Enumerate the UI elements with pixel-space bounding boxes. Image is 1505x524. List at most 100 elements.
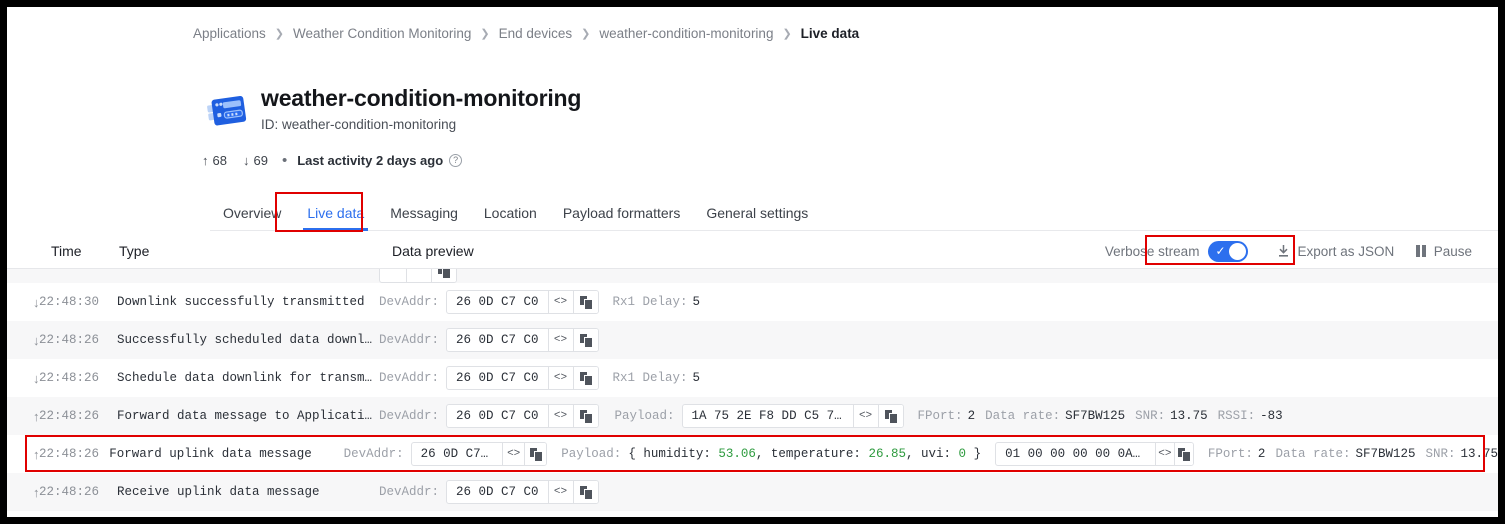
page-title: weather-condition-monitoring — [261, 85, 582, 111]
direction-down-icon: ↓ — [33, 332, 40, 348]
json-key-temperature: temperature: — [770, 447, 861, 461]
copy-button[interactable] — [572, 367, 598, 389]
code-icon[interactable]: <> — [502, 443, 525, 465]
table-row[interactable]: ↓ 22:48:30 Downlink successfully transmi… — [7, 283, 1498, 321]
copy-icon — [530, 448, 542, 461]
payload-hex-value: 1A 75 2E F8 DD C5 76 2A … — [691, 409, 853, 423]
help-icon[interactable]: ? — [449, 154, 463, 167]
devaddr-chip[interactable]: 26 0D C7 C0 <> — [410, 442, 548, 466]
fport-value: 2 — [967, 409, 976, 423]
code-icon[interactable] — [405, 269, 431, 282]
copy-button[interactable] — [572, 481, 598, 503]
pause-button[interactable]: Pause — [1416, 244, 1472, 259]
payload-json-preview: { humidity: 53.06, temperature: 26.85, u… — [628, 447, 981, 461]
json-key-uvi: uvi: — [921, 447, 952, 461]
list-item-partial[interactable] — [7, 269, 1498, 283]
copy-button[interactable] — [524, 443, 547, 465]
rx1-delay-label: Rx1 Delay: — [612, 371, 688, 385]
direction-up-icon: ↑ — [33, 484, 40, 500]
code-icon[interactable]: <> — [852, 405, 878, 427]
breadcrumb: Applications ❯ Weather Condition Monitor… — [193, 26, 859, 41]
devaddr-chip[interactable]: 26 0D C7 C0 <> — [446, 366, 599, 390]
json-close-brace: } — [973, 447, 982, 461]
devaddr-value: 26 0D C7 C0 — [456, 485, 539, 499]
devaddr-chip[interactable]: 26 0D C7 C0 <> — [446, 404, 599, 428]
devaddr-label: DevAddr: — [379, 333, 440, 347]
fport-value: 2 — [1257, 447, 1266, 461]
export-as-json-button[interactable]: Export as JSON — [1277, 244, 1394, 259]
copy-button[interactable] — [430, 269, 456, 282]
fport-label: FPort: — [1207, 447, 1253, 461]
rx1-delay-label: Rx1 Delay: — [612, 295, 688, 309]
column-header-data-preview: Data preview — [392, 243, 474, 259]
table-row[interactable]: ↓ 22:48:26 Successfully scheduled data d… — [7, 321, 1498, 359]
copy-button[interactable] — [877, 405, 903, 427]
breadcrumb-separator-icon: ❯ — [274, 28, 285, 40]
code-icon[interactable]: <> — [547, 329, 573, 351]
breadcrumb-item-application[interactable]: Weather Condition Monitoring — [293, 26, 471, 41]
copy-button[interactable] — [1173, 443, 1193, 465]
payload-chip[interactable]: 1A 75 2E F8 DD C5 76 2A … <> — [681, 404, 904, 428]
tab-payload-formatters[interactable]: Payload formatters — [550, 205, 694, 231]
devaddr-value: 26 0D C7 C0 — [456, 295, 539, 309]
code-icon[interactable]: <> — [1154, 443, 1174, 465]
snr-label: SNR: — [1425, 447, 1456, 461]
app-window: Applications ❯ Weather Condition Monitor… — [7, 7, 1498, 517]
devaddr-chip[interactable]: 26 0D C7 C0 <> — [446, 480, 599, 504]
json-comma: , — [755, 447, 764, 461]
json-key-humidity: humidity: — [643, 447, 711, 461]
downlink-count: ↓ 69 — [243, 153, 268, 168]
download-icon — [1277, 244, 1290, 258]
breadcrumb-item-device[interactable]: weather-condition-monitoring — [599, 26, 773, 41]
live-data-toolbar: Verbose stream ✓ Export as JSON Pause — [1096, 239, 1472, 263]
arrow-down-icon: ↓ — [242, 153, 250, 168]
code-icon[interactable]: <> — [547, 367, 573, 389]
datarate-label: Data rate: — [1275, 447, 1351, 461]
payload-hex-chip[interactable]: 01 00 00 00 00 0A 7D 00 … <> — [995, 442, 1194, 466]
table-row[interactable]: ↑ 22:48:26 Forward data message to Appli… — [7, 397, 1498, 435]
table-row[interactable]: ↑ 22:48:26 Forward uplink data message D… — [7, 435, 1498, 473]
copy-icon — [580, 486, 592, 499]
datarate-value: SF7BW125 — [1355, 447, 1416, 461]
code-icon[interactable]: <> — [547, 405, 573, 427]
breadcrumb-item-end-devices[interactable]: End devices — [499, 26, 573, 41]
device-id: ID: weather-condition-monitoring — [261, 117, 457, 132]
devaddr-chip[interactable]: 26 0D C7 C0 <> — [446, 328, 599, 352]
row-time: 22:48:26 — [39, 485, 100, 499]
rssi-value: -83 — [1260, 409, 1283, 423]
code-icon[interactable]: <> — [547, 481, 573, 503]
table-row[interactable]: ↓ 22:48:26 Schedule data downlink for tr… — [7, 359, 1498, 397]
tab-overview[interactable]: Overview — [210, 205, 294, 231]
table-row[interactable]: ↑ 22:48:26 Receive uplink data message D… — [7, 473, 1498, 511]
copy-button[interactable] — [572, 291, 598, 313]
row-time: 22:48:30 — [39, 295, 100, 309]
column-header-time: Time — [51, 243, 82, 259]
tab-messaging[interactable]: Messaging — [377, 205, 471, 231]
live-data-list[interactable]: ↓ 22:48:30 Downlink successfully transmi… — [7, 269, 1498, 517]
verbose-stream-switch[interactable]: ✓ — [1208, 240, 1249, 262]
tab-live-data[interactable]: Live data — [294, 205, 377, 231]
breadcrumb-item-applications[interactable]: Applications — [193, 26, 266, 41]
row-type: Forward data message to Application S… — [117, 409, 379, 423]
datarate-value: SF7BW125 — [1065, 409, 1126, 423]
devaddr-chip[interactable] — [379, 269, 457, 283]
copy-button[interactable] — [572, 405, 598, 427]
direction-up-icon: ↑ — [33, 408, 40, 424]
payload-label: Payload: — [561, 447, 622, 461]
verbose-stream-toggle-group[interactable]: Verbose stream ✓ — [1096, 239, 1256, 264]
copy-button[interactable] — [572, 329, 598, 351]
breadcrumb-item-live-data: Live data — [800, 26, 860, 41]
row-type: Receive uplink data message — [117, 485, 320, 499]
datarate-label: Data rate: — [985, 409, 1061, 423]
direction-down-icon: ↓ — [33, 294, 40, 310]
code-icon[interactable]: <> — [547, 291, 573, 313]
pause-label: Pause — [1433, 243, 1472, 259]
tab-location[interactable]: Location — [471, 205, 550, 231]
devaddr-chip[interactable]: 26 0D C7 C0 <> — [446, 290, 599, 314]
json-value-humidity: 53.06 — [718, 447, 756, 461]
row-time: 22:48:26 — [39, 447, 100, 461]
breadcrumb-separator-icon: ❯ — [782, 28, 792, 40]
check-icon: ✓ — [1215, 243, 1226, 258]
devaddr-label: DevAddr: — [343, 447, 404, 461]
tab-general-settings[interactable]: General settings — [693, 205, 821, 231]
